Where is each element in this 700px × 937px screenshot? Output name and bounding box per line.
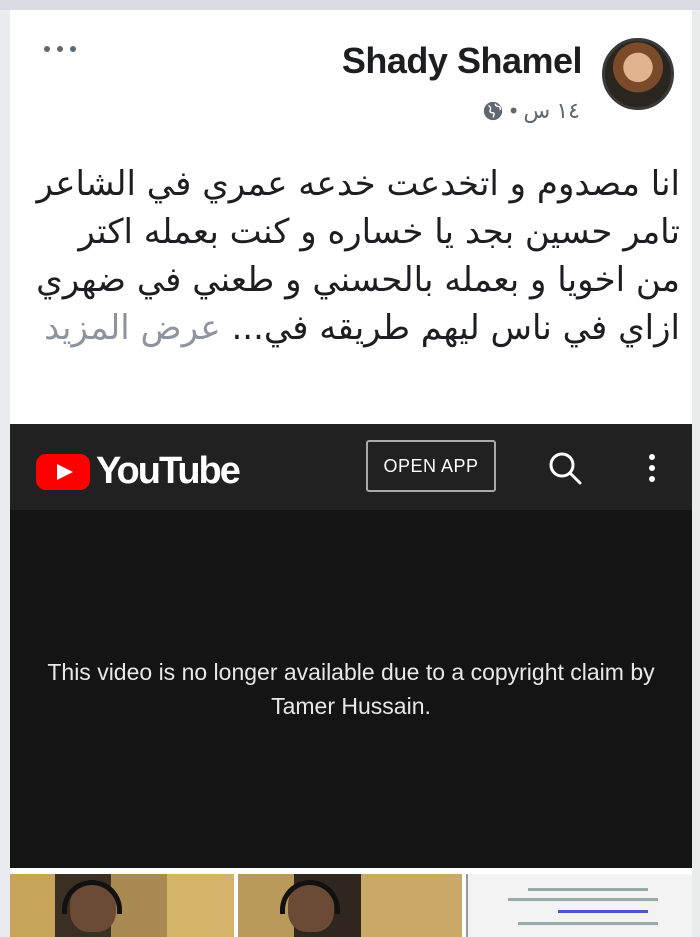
more-options-icon[interactable]: [40, 38, 80, 58]
author-name[interactable]: Shady Shamel: [342, 40, 583, 82]
top-divider: [0, 0, 700, 10]
facebook-post: Shady Shamel ١٤ س • انا مصدوم و اتخدعت خ…: [10, 10, 692, 937]
video-thumbnail[interactable]: [238, 874, 462, 937]
thumbnail-strip: [10, 874, 692, 937]
video-thumbnail[interactable]: [10, 874, 234, 937]
kebab-menu-icon[interactable]: [640, 448, 664, 488]
youtube-logo-text: YouTube: [96, 450, 241, 492]
youtube-header: YouTube OPEN APP: [10, 424, 692, 510]
post-meta: ١٤ س •: [482, 98, 580, 124]
avatar[interactable]: [602, 38, 674, 110]
globe-icon: [483, 101, 502, 121]
youtube-logo[interactable]: YouTube: [36, 450, 241, 493]
see-more-link[interactable]: عرض المزيد: [44, 308, 221, 348]
video-player[interactable]: This video is no longer available due to…: [10, 510, 692, 868]
open-app-button[interactable]: OPEN APP: [366, 440, 496, 492]
youtube-play-icon: [36, 453, 90, 490]
meta-separator: •: [509, 98, 518, 123]
document-thumbnail[interactable]: [466, 874, 692, 937]
video-unavailable-message: This video is no longer available due to…: [47, 659, 655, 719]
post-text: انا مصدوم و اتخدعت خدعه عمري في الشاعر ت…: [30, 160, 680, 352]
search-icon[interactable]: [545, 448, 585, 488]
post-timestamp[interactable]: ١٤ س: [523, 98, 580, 124]
